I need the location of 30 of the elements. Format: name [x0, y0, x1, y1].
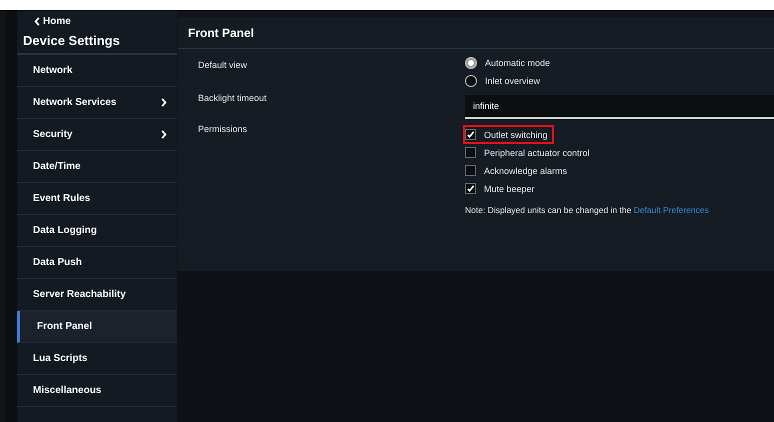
option-label: Peripheral actuator control [484, 148, 590, 158]
panel-title: Front Panel [178, 18, 774, 49]
option-label: Acknowledge alarms [484, 166, 568, 176]
sidebar-item[interactable]: Network Services [17, 87, 177, 119]
sidebar-item[interactable]: Data Push [17, 247, 177, 279]
checkbox[interactable] [465, 183, 476, 194]
note-text: Note: Displayed units can be changed in the Default Preferences [465, 205, 710, 215]
sidebar-item[interactable]: Front Panel [17, 311, 177, 343]
checkbox[interactable] [465, 147, 476, 158]
field-label: Permissions [197, 123, 248, 136]
sidebar-item[interactable]: Date/Time [17, 151, 177, 183]
option-label: Outlet switching [484, 130, 548, 140]
option-label: Automatic mode [485, 58, 550, 68]
option-label: Mute beeper [484, 184, 535, 194]
radio-button[interactable] [465, 56, 477, 68]
sidebar-item[interactable]: Security [17, 119, 177, 151]
preferences-link[interactable]: Default Preferences [634, 205, 709, 215]
radio-button[interactable] [465, 74, 477, 86]
sidebar-item[interactable]: Event Rules [17, 183, 177, 215]
field-label: Backlight timeout [197, 92, 268, 105]
checkbox[interactable] [465, 129, 476, 140]
back-link[interactable]: Home [17, 10, 177, 29]
sidebar-item[interactable]: Network [17, 55, 177, 87]
sidebar-item[interactable]: Data Logging [17, 215, 177, 247]
sidebar-title: Device Settings [17, 29, 177, 55]
field-label: Default view [197, 59, 248, 72]
option-label: Inlet overview [485, 76, 540, 86]
timeout-field[interactable]: infinite [465, 95, 774, 119]
checkbox[interactable] [465, 165, 476, 176]
chevron-left-icon [34, 16, 40, 26]
